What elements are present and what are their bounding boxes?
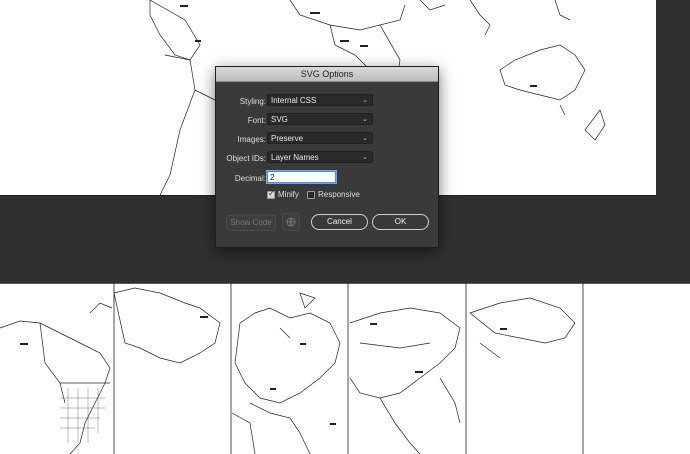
ok-button[interactable]: OK — [372, 214, 429, 230]
object-ids-select[interactable]: Layer Names ⌄ — [267, 151, 373, 163]
responsive-label: Responsive — [318, 190, 360, 199]
images-value: Preserve — [271, 134, 304, 143]
minify-checkbox[interactable] — [267, 189, 275, 199]
decimal-label: Decimal: — [234, 174, 266, 183]
minify-label: Minify — [278, 190, 299, 199]
object-ids-row: Object IDs: Layer Names ⌄ — [216, 151, 438, 165]
svg-options-dialog: SVG Options Styling: Internal CSS ⌄ Font… — [215, 66, 439, 248]
images-label: Images: — [237, 135, 266, 144]
styling-select[interactable]: Internal CSS ⌄ — [267, 94, 373, 106]
font-value: SVG — [271, 115, 288, 124]
decimal-input[interactable]: 2 — [267, 171, 336, 183]
web-preview-button[interactable] — [282, 213, 300, 231]
cancel-button[interactable]: Cancel — [311, 214, 368, 230]
chevron-down-icon: ⌄ — [362, 135, 368, 142]
font-row: Font: SVG ⌄ — [216, 113, 438, 127]
styling-value: Internal CSS — [271, 96, 317, 105]
images-row: Images: Preserve ⌄ — [216, 132, 438, 146]
chevron-down-icon: ⌄ — [362, 154, 368, 161]
responsive-checkbox[interactable] — [307, 191, 315, 199]
font-label: Font: — [247, 116, 266, 125]
object-ids-label: Object IDs: — [226, 154, 266, 163]
font-select[interactable]: SVG ⌄ — [267, 113, 373, 125]
world-map-bottom — [0, 283, 690, 454]
decimal-row: Decimal: 2 — [216, 171, 438, 185]
chevron-down-icon: ⌄ — [362, 97, 368, 104]
images-select[interactable]: Preserve ⌄ — [267, 132, 373, 144]
object-ids-value: Layer Names — [271, 153, 319, 162]
globe-icon — [286, 217, 296, 227]
styling-row: Styling: Internal CSS ⌄ — [216, 94, 438, 108]
chevron-down-icon: ⌄ — [362, 116, 368, 123]
artboard-bottom — [0, 283, 690, 454]
show-code-button[interactable]: Show Code — [226, 215, 276, 231]
dialog-title: SVG Options — [216, 67, 438, 82]
styling-label: Styling: — [239, 97, 266, 106]
